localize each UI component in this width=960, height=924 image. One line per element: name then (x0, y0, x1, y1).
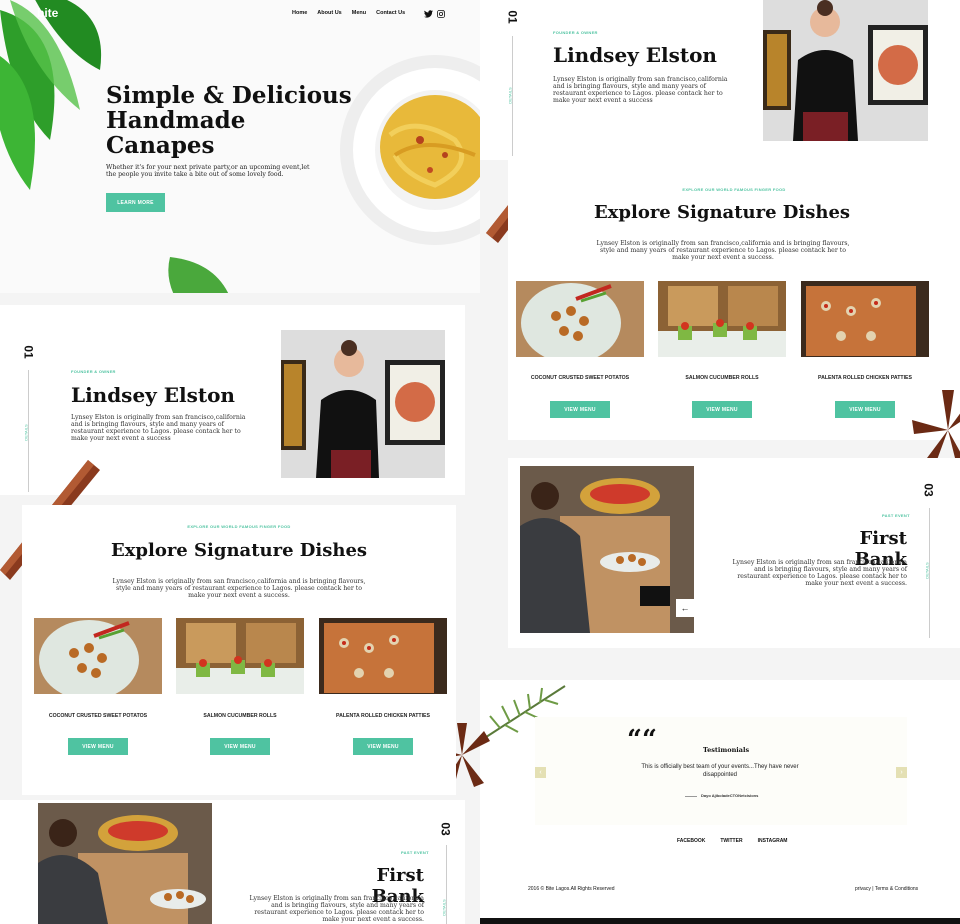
testimonials-section: ““ Testimonials This is officially best … (480, 680, 960, 924)
dish-name-3: PALENTA ROLLED CHICKEN PATTIES (818, 375, 912, 381)
author-line (685, 796, 697, 797)
view-menu-button-left-1[interactable]: VIEW MENU (68, 738, 128, 755)
nav-menu[interactable]: Menu (352, 10, 366, 16)
nav-home[interactable]: Home (292, 10, 307, 16)
legal-links[interactable]: privacy | Terms & Conditions (855, 886, 918, 892)
event-details-label-left[interactable]: DETAILS (442, 899, 447, 915)
footer-bar (480, 918, 960, 924)
view-menu-button-left-3[interactable]: VIEW MENU (353, 738, 413, 755)
hero-title-line-1: Simple & Delicious (106, 82, 352, 109)
nav-contact[interactable]: Contact Us (376, 10, 405, 16)
dishes-title: Explore Signature Dishes (593, 202, 851, 223)
dish-name-left-2: SALMON CUCUMBER ROLLS (203, 713, 277, 719)
copyright-text: 2016 © Bite Lagos.All Rights Reserved (528, 886, 615, 892)
founder-photo (763, 0, 928, 141)
social-links: FACEBOOK TWITTER INSTAGRAM (677, 838, 787, 844)
testimonial-card: ““ Testimonials This is officially best … (535, 717, 907, 825)
dishes-kicker-left: EXPLORE OUR WORLD FAMOUS FINGER FOOD (187, 524, 291, 529)
twitter-icon[interactable] (424, 10, 433, 18)
testimonials-title: Testimonials (703, 746, 750, 754)
event-section-right: ← PAST EVENT First Bank Lynsey Elston is… (508, 458, 960, 648)
instagram-icon[interactable] (437, 10, 445, 18)
dish-name-2: SALMON CUCUMBER ROLLS (685, 375, 759, 381)
hero-subtitle: Whether it's for your next private party… (106, 164, 310, 178)
dishes-intro-left: Lynsey Elston is originally from san fra… (112, 578, 366, 599)
founder-number-left: 01 (21, 345, 36, 359)
event-body-left: Lynsey Elston is originally from san fra… (249, 895, 425, 923)
dishes-title-left: Explore Signature Dishes (110, 540, 368, 561)
social-instagram-link[interactable]: INSTAGRAM (758, 838, 788, 844)
quote-icon: ““ (627, 725, 657, 755)
carousel-next-button[interactable]: › (896, 767, 907, 778)
event-details-label[interactable]: DETAILS (925, 562, 930, 578)
event-kicker-left: PAST EVENT (401, 850, 429, 855)
dish-name-left-1: COCONUT CRUSTED SWEET POTATOS (48, 713, 148, 719)
founder-name-left: Lindsey Elston (71, 383, 235, 407)
dish-image-3 (801, 281, 929, 357)
founder-bio: Lynsey Elston is originally from san fra… (553, 76, 728, 104)
founder-number: 01 (505, 10, 520, 24)
hero-title-line-3: Canapes (106, 132, 215, 159)
dish-image-1 (516, 281, 644, 357)
event-photo: ← (520, 466, 694, 633)
founder-bio-left: Lynsey Elston is originally from san fra… (71, 414, 246, 442)
testimonial-quote: This is officially best team of your eve… (641, 764, 799, 778)
logo[interactable]: bite (37, 6, 58, 20)
dish-image-2 (658, 281, 786, 357)
dish-image-left-2 (176, 618, 304, 694)
learn-more-button[interactable]: LEARN MORE (106, 193, 165, 212)
arrow-left-button[interactable]: ← (676, 599, 694, 617)
event-number-left: 03 (438, 822, 453, 836)
hero-title: Simple & Delicious Handmade Canapes (106, 83, 352, 158)
founder-section-right: 01 DETAILS FOUNDER & OWNER Lindsey Elsto… (480, 0, 960, 160)
dish-name-left-3: PALENTA ROLLED CHICKEN PATTIES (336, 713, 430, 719)
founder-photo-left (281, 330, 445, 478)
dish-image-left-3 (319, 618, 447, 694)
dishes-section-right: EXPLORE OUR WORLD FAMOUS FINGER FOOD Exp… (508, 160, 960, 440)
event-kicker: PAST EVENT (882, 513, 910, 518)
event-number: 03 (921, 483, 936, 497)
event-body: Lynsey Elston is originally from san fra… (732, 559, 908, 587)
founder-details-label-left[interactable]: DETAILS (24, 424, 29, 440)
view-menu-button-2[interactable]: VIEW MENU (692, 401, 752, 418)
hero-section: bite Home About Us Menu Contact Us Simpl… (0, 0, 480, 293)
view-menu-button-3[interactable]: VIEW MENU (835, 401, 895, 418)
event-photo-left (38, 803, 212, 924)
founder-name: Lindsey Elston (553, 43, 717, 67)
view-menu-button-left-2[interactable]: VIEW MENU (210, 738, 270, 755)
social-twitter-link[interactable]: TWITTER (720, 838, 742, 844)
event-section-left: PAST EVENT First Bank Lynsey Elston is o… (0, 800, 465, 924)
dish-image-left-1 (34, 618, 162, 694)
social-facebook-link[interactable]: FACEBOOK (677, 838, 705, 844)
pasta-plate-image (340, 55, 480, 245)
founder-kicker-left: FOUNDER & OWNER (71, 369, 116, 374)
testimonial-author: Dayo AjiboladeCTONetcisions (701, 793, 759, 798)
dishes-section-left: EXPLORE OUR WORLD FAMOUS FINGER FOOD Exp… (22, 505, 456, 795)
dishes-kicker: EXPLORE OUR WORLD FAMOUS FINGER FOOD (682, 187, 786, 192)
main-nav: Home About Us Menu Contact Us (292, 10, 405, 16)
leaves-decoration (0, 0, 102, 190)
dishes-intro: Lynsey Elston is originally from san fra… (596, 240, 850, 261)
founder-kicker: FOUNDER & OWNER (553, 30, 598, 35)
nav-about[interactable]: About Us (317, 10, 341, 16)
founder-details-label[interactable]: DETAILS (508, 87, 513, 103)
view-menu-button-1[interactable]: VIEW MENU (550, 401, 610, 418)
hero-title-line-2: Handmade (106, 107, 246, 134)
dish-name-1: COCONUT CRUSTED SWEET POTATOS (530, 375, 630, 381)
leaf-bottom-decoration (168, 257, 229, 293)
carousel-prev-button[interactable]: ‹ (535, 767, 546, 778)
